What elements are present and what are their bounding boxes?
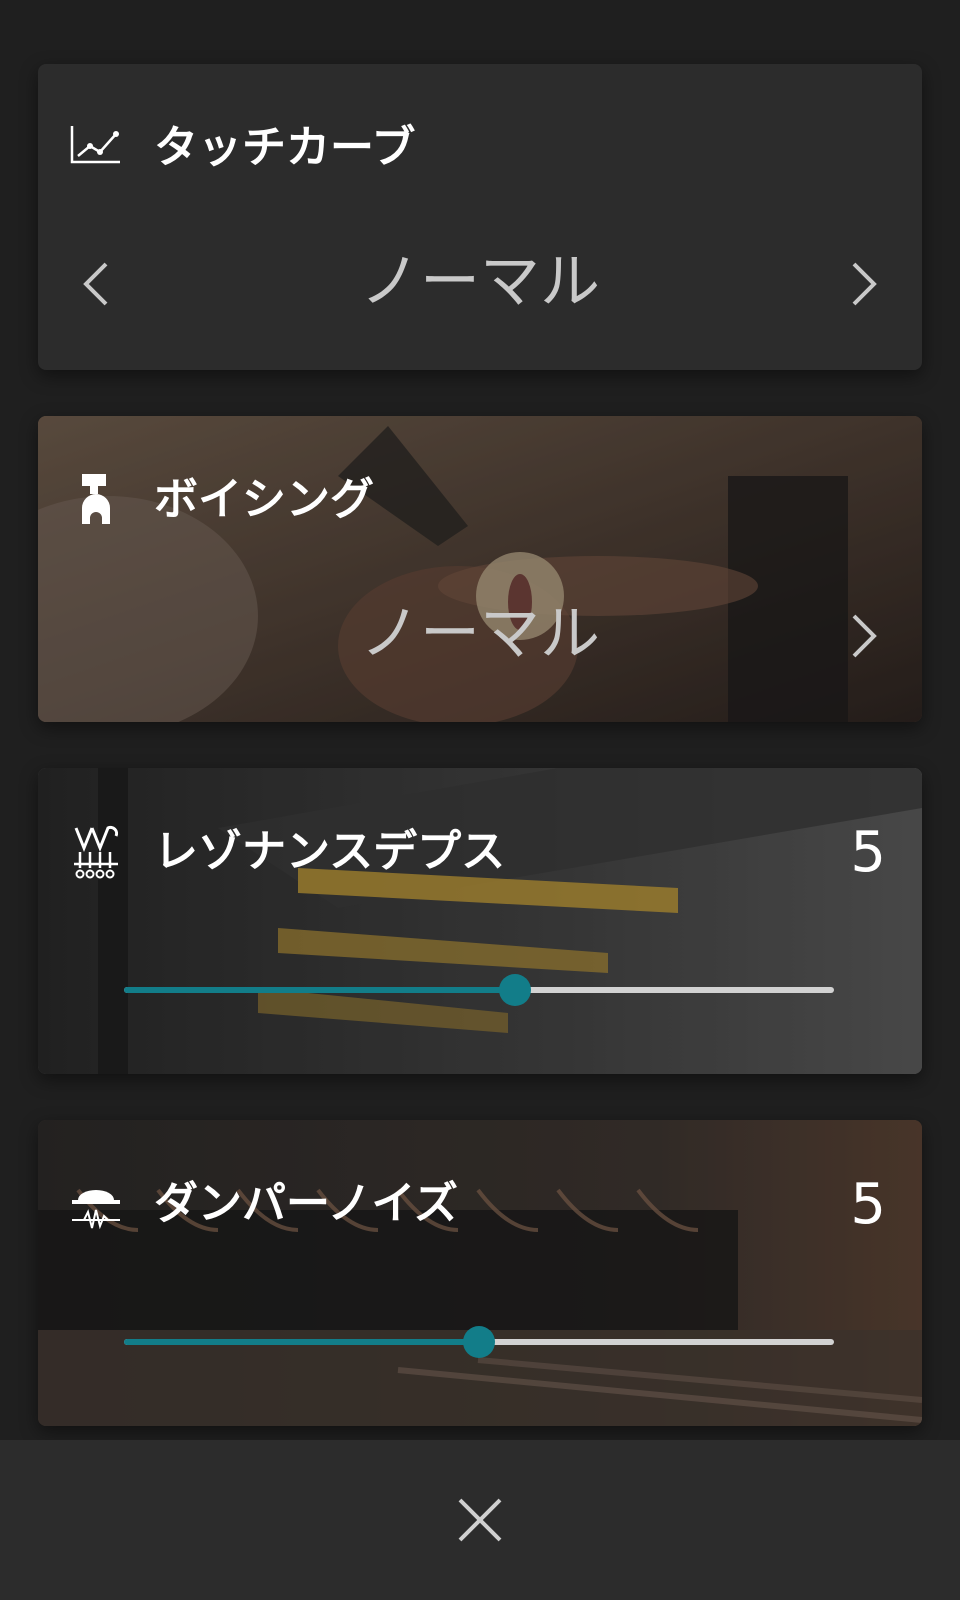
slider-thumb[interactable] [499,974,531,1006]
damper-noise-value: 5 [850,1172,886,1237]
chevron-right-icon[interactable] [832,606,892,666]
resonance-depth-card: レゾナンスデプス 5 [38,768,922,1074]
resonance-depth-slider[interactable] [124,970,834,1010]
touch-curve-title: タッチカーブ [154,122,416,173]
resonance-depth-value: 5 [850,820,886,885]
resonance-background-photo [38,768,922,1074]
footer-bar [0,1440,960,1600]
damper-noise-card: ダンパーノイズ 5 [38,1120,922,1426]
slider-fill [124,1339,479,1345]
touch-curve-graph-icon [70,126,120,164]
damper-background-photo [38,1120,922,1426]
voicing-background-photo [38,416,922,722]
touch-curve-value: ノーマル [360,247,600,317]
resonance-depth-title: レゾナンスデプス [154,826,506,877]
close-icon[interactable] [440,1480,520,1560]
voicing-title: ボイシング [154,474,374,525]
slider-fill [124,987,515,993]
voicing-card[interactable]: ボイシング ノーマル [38,416,922,722]
damper-noise-slider[interactable] [124,1322,834,1362]
hammer-icon [82,474,110,524]
slider-thumb[interactable] [463,1326,495,1358]
resonance-strings-icon [74,825,119,879]
voicing-value: ノーマル [360,599,600,669]
next-arrow-icon[interactable] [832,254,892,314]
damper-noise-icon [72,1190,120,1230]
touch-curve-card: タッチカーブ ノーマル [38,64,922,370]
damper-noise-title: ダンパーノイズ [154,1178,459,1229]
